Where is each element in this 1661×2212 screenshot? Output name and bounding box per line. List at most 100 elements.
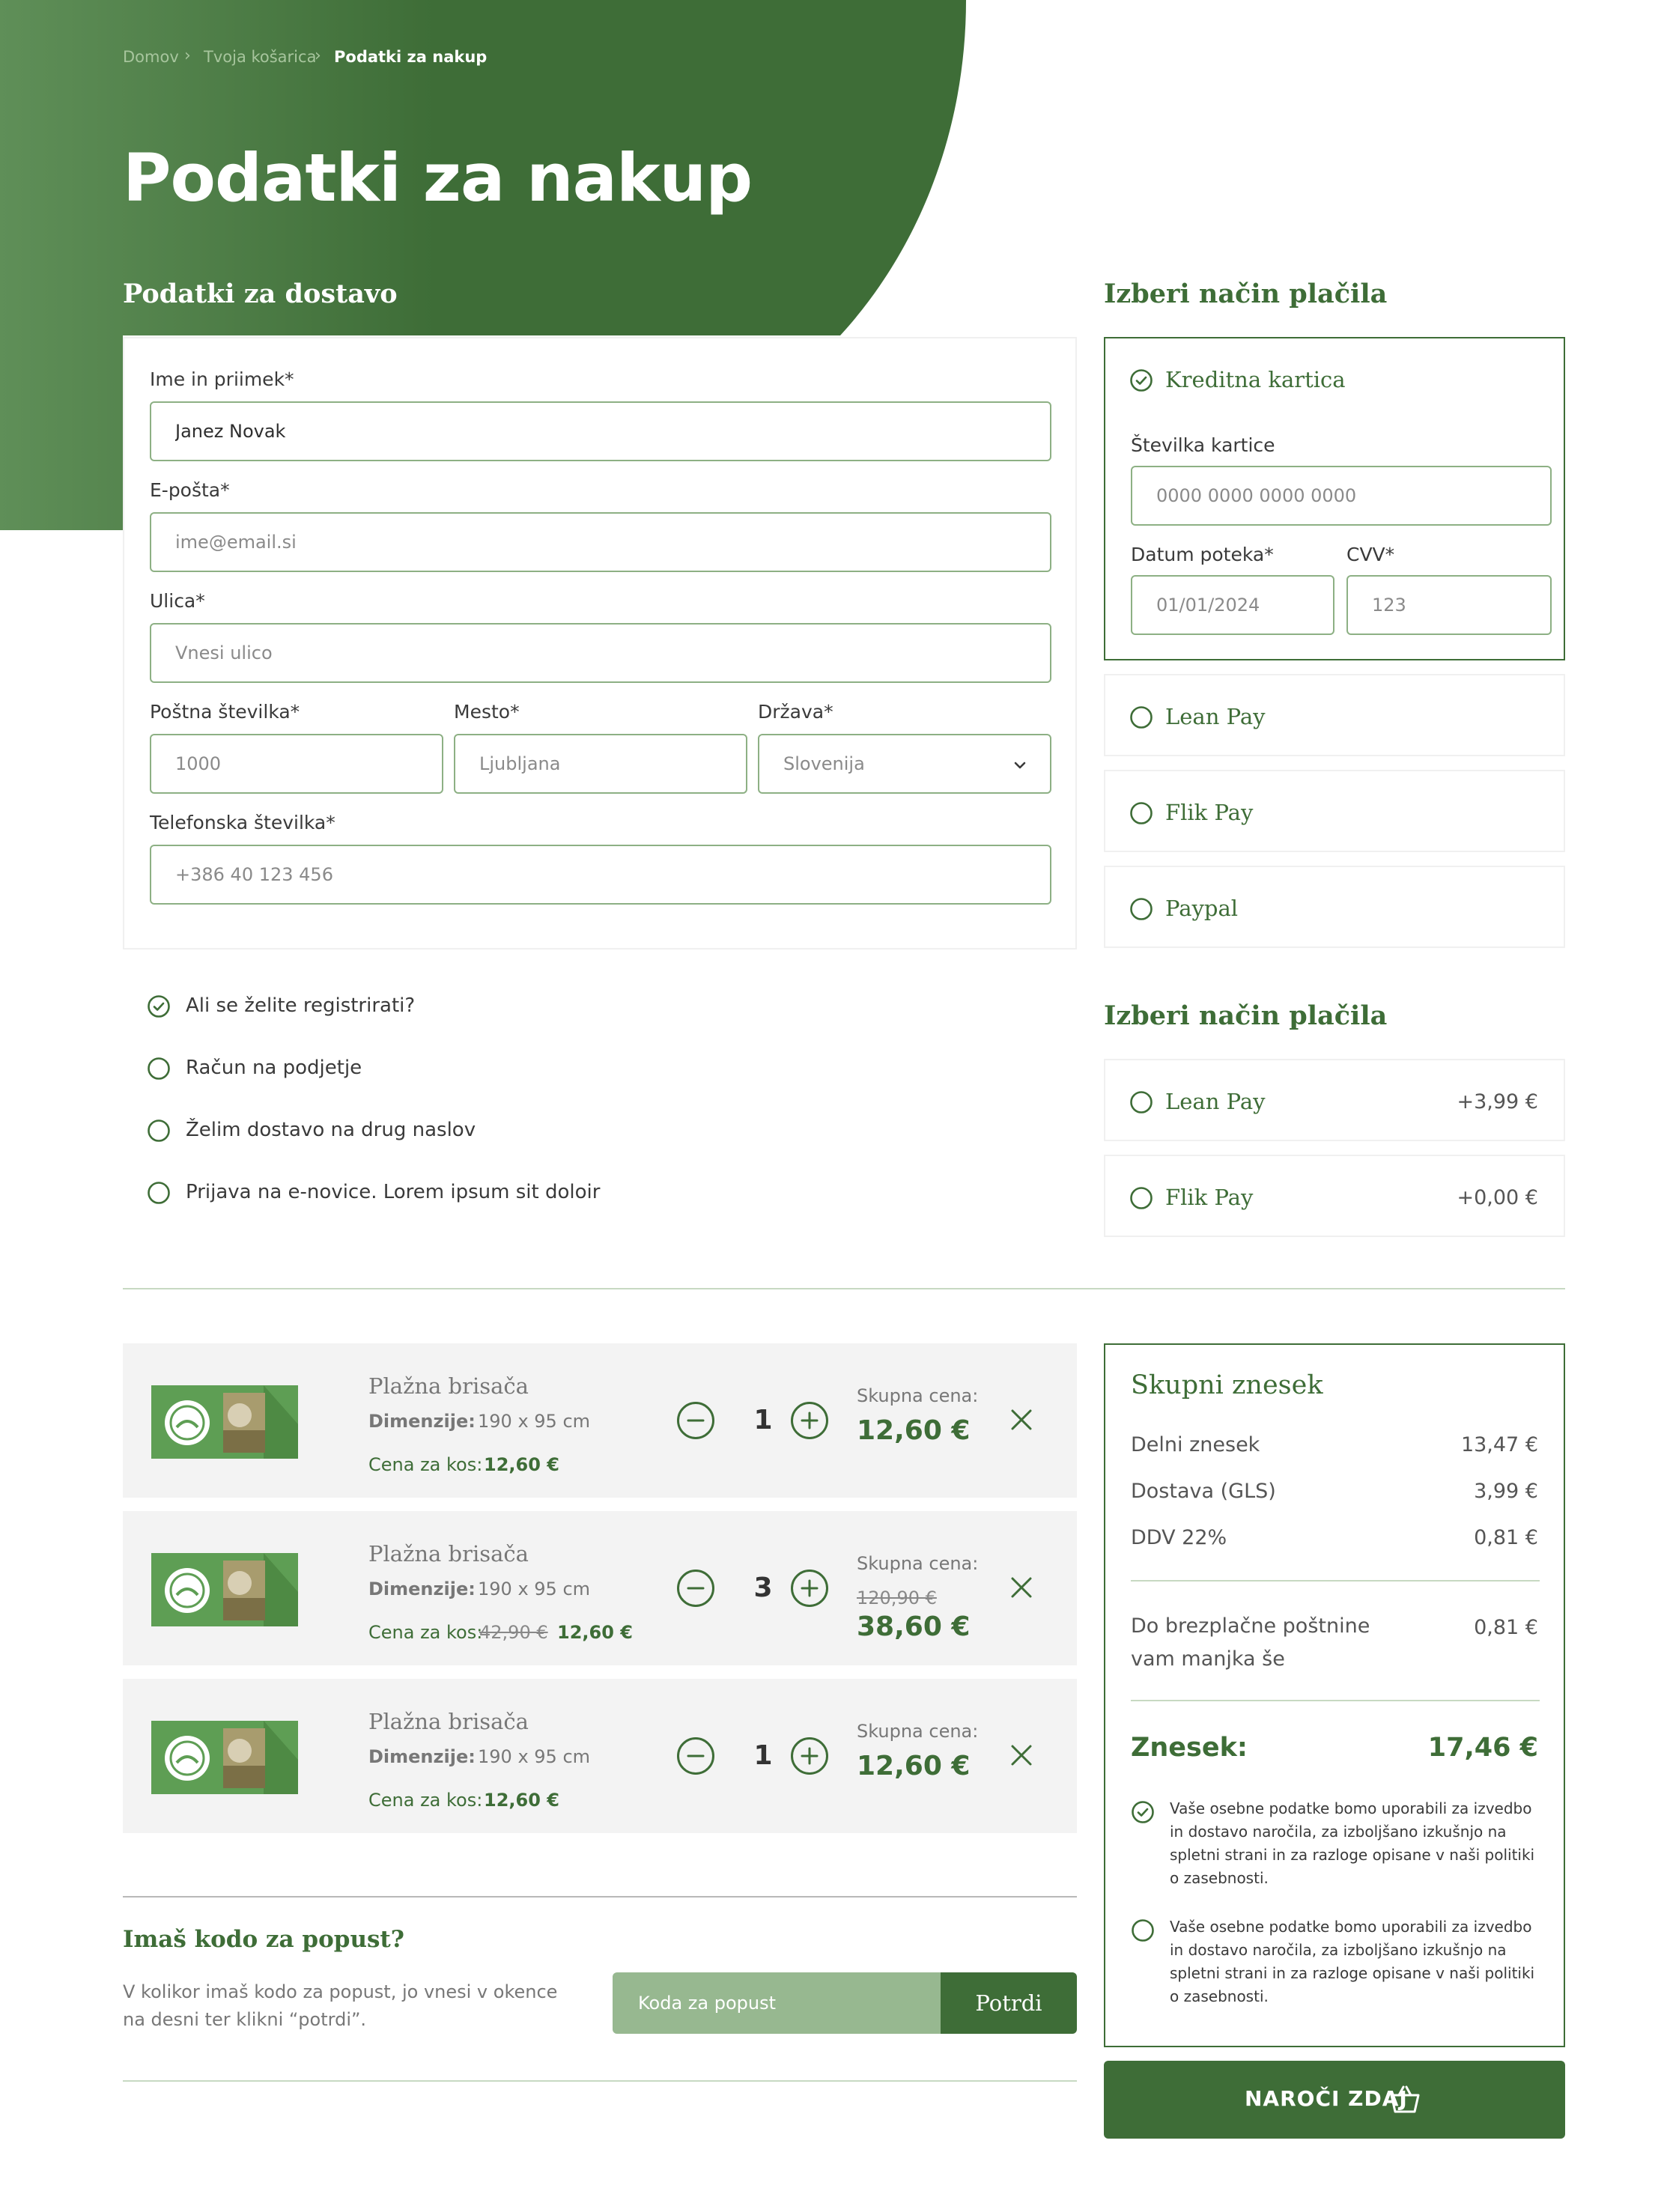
street-input[interactable] bbox=[150, 623, 1051, 683]
zip-label: Poštna številka* bbox=[150, 701, 300, 723]
phone-label: Telefonska številka* bbox=[150, 812, 335, 833]
minus-icon bbox=[687, 1419, 705, 1422]
payment-method-label: Kreditna kartica bbox=[1165, 367, 1346, 392]
card-number-label: Številka kartice bbox=[1131, 434, 1275, 456]
close-icon[interactable] bbox=[1006, 1573, 1036, 1602]
total-price-label: Skupna cena: bbox=[857, 1385, 979, 1406]
radio-empty-icon bbox=[1132, 1919, 1154, 1942]
dimensions-label: Dimenzije: bbox=[368, 1579, 476, 1599]
discount-description: V kolikor imaš kodo za popust, jo vnesi … bbox=[123, 1981, 558, 2030]
chevron-right-icon: › bbox=[315, 46, 321, 65]
minus-icon bbox=[687, 1754, 705, 1757]
cart-item: Plažna brisača Dimenzije: 190 x 95 cm Ce… bbox=[123, 1679, 1077, 1833]
radio-empty-icon bbox=[1130, 706, 1153, 729]
unit-price: 12,60 € bbox=[557, 1622, 633, 1643]
quantity-value: 1 bbox=[753, 1405, 773, 1435]
breadcrumb-current: Podatki za nakup bbox=[334, 48, 488, 66]
chevron-right-icon: › bbox=[184, 46, 191, 65]
option-label: Račun na podjetje bbox=[186, 1057, 362, 1079]
payment-credit-card[interactable]: Kreditna kartica Številka kartice Datum … bbox=[1104, 337, 1565, 660]
vat-label: DDV 22% bbox=[1131, 1526, 1227, 1549]
delivery-price: +0,00 € bbox=[1457, 1186, 1538, 1209]
payment-paypal[interactable]: Paypal bbox=[1104, 866, 1565, 948]
cvv-label: CVV* bbox=[1346, 544, 1395, 565]
dimensions-value: 190 x 95 cm bbox=[478, 1579, 591, 1599]
decrease-quantity-button[interactable] bbox=[677, 1570, 714, 1607]
product-image bbox=[151, 1385, 298, 1459]
total-price-old: 120,90 € bbox=[857, 1587, 937, 1608]
payment-lean-pay[interactable]: Lean Pay bbox=[1104, 674, 1565, 756]
plus-icon bbox=[801, 1747, 819, 1765]
email-input[interactable] bbox=[150, 512, 1051, 572]
increase-quantity-button[interactable] bbox=[791, 1570, 828, 1607]
zip-input[interactable] bbox=[150, 734, 443, 794]
decrease-quantity-button[interactable] bbox=[677, 1737, 714, 1775]
order-summary: Skupni znesek Delni znesek 13,47 € Dosta… bbox=[1104, 1343, 1565, 2047]
cart-item: Plažna brisača Dimenzije: 190 x 95 cm Ce… bbox=[123, 1511, 1077, 1665]
discount-title: Imaš kodo za popust? bbox=[123, 1926, 404, 1953]
minus-icon bbox=[687, 1587, 705, 1590]
phone-input[interactable] bbox=[150, 845, 1051, 905]
radio-empty-icon bbox=[148, 1057, 170, 1080]
increase-quantity-button[interactable] bbox=[791, 1737, 828, 1775]
dimensions-value: 190 x 95 cm bbox=[478, 1746, 591, 1767]
order-now-button[interactable]: NAROČI ZDAJ bbox=[1104, 2061, 1565, 2139]
total-value: 17,46 € bbox=[1427, 1733, 1538, 1763]
page-title: Podatki za nakup bbox=[123, 139, 753, 216]
total-price: 38,60 € bbox=[857, 1611, 971, 1642]
close-icon[interactable] bbox=[1006, 1405, 1036, 1435]
check-circle-icon bbox=[148, 995, 170, 1018]
card-number-input[interactable] bbox=[1131, 466, 1552, 526]
plus-icon bbox=[801, 1412, 819, 1429]
summary-divider bbox=[1131, 1700, 1540, 1701]
discount-divider-top bbox=[123, 1896, 1077, 1897]
payment-flik-pay[interactable]: Flik Pay bbox=[1104, 770, 1565, 852]
option-newsletter[interactable]: Prijava na e-novice. Lorem ipsum sit dol… bbox=[147, 1176, 821, 1209]
radio-empty-icon bbox=[1130, 802, 1153, 824]
summary-divider bbox=[1131, 1580, 1540, 1581]
name-input[interactable] bbox=[150, 401, 1051, 461]
decrease-quantity-button[interactable] bbox=[677, 1402, 714, 1439]
consent-text: Vaše osebne podatke bomo uporabili za iz… bbox=[1170, 1918, 1535, 2005]
country-select[interactable]: Slovenija bbox=[758, 734, 1051, 794]
order-now-label: NAROČI ZDAJ bbox=[1245, 2086, 1408, 2111]
option-other-address[interactable]: Želim dostavo na drug naslov bbox=[147, 1114, 746, 1147]
basket-icon bbox=[1390, 2085, 1420, 2113]
breadcrumb-cart[interactable]: Tvoja košarica bbox=[204, 48, 316, 66]
product-name: Plažna brisača bbox=[368, 1709, 529, 1734]
payment-title: Izberi način plačila bbox=[1104, 279, 1388, 309]
delivery-flik-pay[interactable]: Flik Pay +0,00 € bbox=[1104, 1155, 1565, 1237]
dimensions-label: Dimenzije: bbox=[368, 1746, 476, 1767]
country-value: Slovenija bbox=[783, 753, 865, 774]
total-label: Znesek: bbox=[1131, 1733, 1248, 1763]
delivery-lean-pay[interactable]: Lean Pay +3,99 € bbox=[1104, 1059, 1565, 1141]
expiry-input[interactable] bbox=[1131, 575, 1334, 635]
discount-apply-button[interactable]: Potrdi bbox=[941, 1972, 1077, 2034]
product-image bbox=[151, 1553, 298, 1626]
shipping-form: Ime in priimek* E-pošta* Ulica* Poštna š… bbox=[123, 337, 1077, 949]
name-label: Ime in priimek* bbox=[150, 368, 294, 390]
shipping-title: Podatki za dostavo bbox=[123, 279, 398, 309]
subtotal-value: 13,47 € bbox=[1460, 1433, 1538, 1456]
radio-empty-icon bbox=[1130, 1091, 1153, 1113]
option-company-invoice[interactable]: Račun na podjetje bbox=[147, 1052, 746, 1085]
unit-price-old: 42,90 € bbox=[479, 1622, 548, 1643]
consent-text: Vaše osebne podatke bomo uporabili za iz… bbox=[1170, 1799, 1535, 1887]
payment-method-label: Flik Pay bbox=[1165, 800, 1254, 825]
close-icon[interactable] bbox=[1006, 1740, 1036, 1770]
radio-empty-icon bbox=[148, 1182, 170, 1204]
unit-price-label: Cena za kos: bbox=[368, 1454, 483, 1475]
discount-code-input[interactable] bbox=[613, 1972, 942, 2034]
expiry-label: Datum poteka* bbox=[1131, 544, 1274, 565]
shipping-label: Dostava (GLS) bbox=[1131, 1480, 1276, 1503]
breadcrumb-home[interactable]: Domov bbox=[123, 48, 179, 66]
option-register[interactable]: Ali se želite registrirati? bbox=[147, 990, 746, 1023]
increase-quantity-button[interactable] bbox=[791, 1402, 828, 1439]
street-label: Ulica* bbox=[150, 590, 205, 612]
cvv-input[interactable] bbox=[1346, 575, 1552, 635]
radio-empty-icon bbox=[1130, 1187, 1153, 1209]
plus-icon bbox=[801, 1579, 819, 1597]
city-input[interactable] bbox=[454, 734, 747, 794]
cart-item: Plažna brisača Dimenzije: 190 x 95 cm Ce… bbox=[123, 1343, 1077, 1498]
total-price: 12,60 € bbox=[857, 1415, 971, 1446]
